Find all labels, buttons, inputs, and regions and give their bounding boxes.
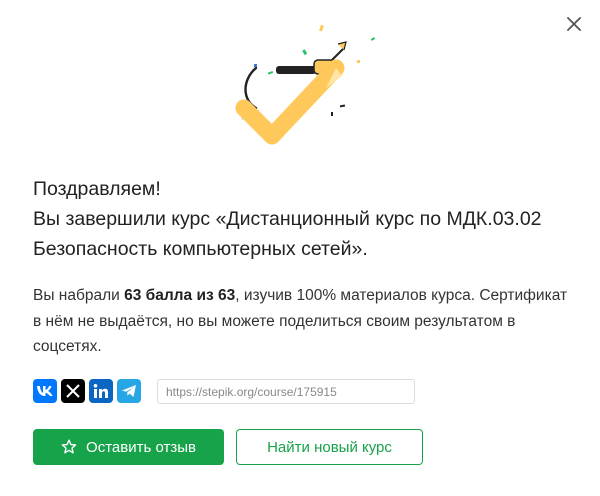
close-button[interactable] xyxy=(562,12,586,36)
course-complete-dialog: Поздравляем! Вы завершили курс «Дистанци… xyxy=(0,0,600,496)
leave-review-label: Оставить отзыв xyxy=(86,438,196,456)
share-telegram-button[interactable] xyxy=(117,379,141,403)
leave-review-button[interactable]: Оставить отзыв xyxy=(33,429,224,465)
course-completed-text: Вы завершили курс «Дистанционный курс по… xyxy=(33,208,542,260)
result-summary: Вы набрали 63 балла из 63, изучив 100% м… xyxy=(33,283,573,360)
close-icon xyxy=(567,17,581,31)
vk-icon xyxy=(37,386,53,396)
find-new-course-label: Найти новый курс xyxy=(267,438,392,456)
score-value: 63 балла из 63 xyxy=(124,287,236,304)
x-icon xyxy=(66,384,80,398)
telegram-icon xyxy=(122,385,136,397)
share-linkedin-button[interactable] xyxy=(89,379,113,403)
find-new-course-button[interactable]: Найти новый курс xyxy=(236,429,423,465)
congrats-heading: Поздравляем! Вы завершили курс «Дистанци… xyxy=(33,174,573,264)
linkedin-icon xyxy=(93,384,108,398)
result-suffix: , изучив 100% материалов курса. xyxy=(235,287,476,304)
result-prefix: Вы набрали xyxy=(33,287,125,304)
share-buttons xyxy=(33,378,145,404)
star-icon xyxy=(61,439,77,455)
congrats-title: Поздравляем! xyxy=(33,178,161,200)
celebration-checkmark-icon xyxy=(235,24,376,145)
course-link-field[interactable] xyxy=(157,379,415,404)
share-vk-button[interactable] xyxy=(33,379,57,403)
share-x-button[interactable] xyxy=(61,379,85,403)
